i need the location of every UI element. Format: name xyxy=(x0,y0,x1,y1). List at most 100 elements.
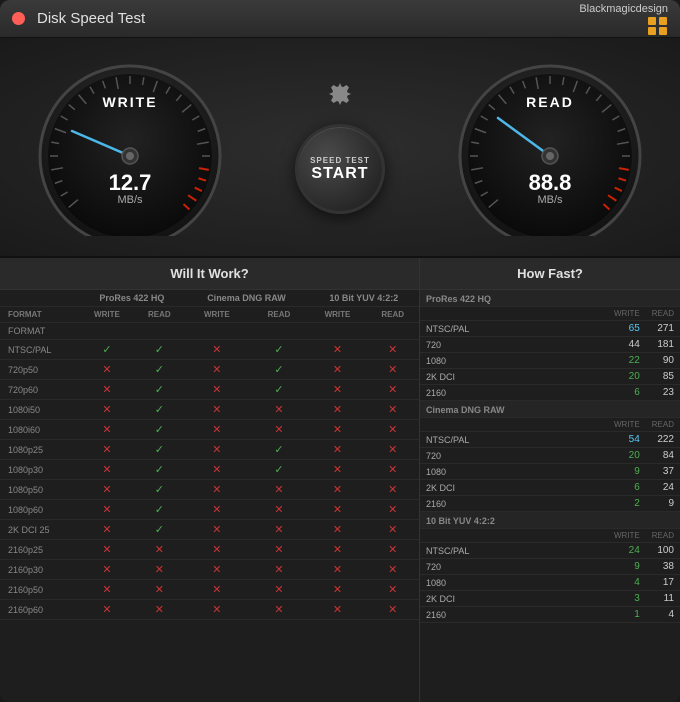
check-cell: ✕ xyxy=(366,540,419,560)
check-cell: ✕ xyxy=(249,420,308,440)
cross-icon: ✕ xyxy=(102,444,111,456)
cross-icon: ✕ xyxy=(274,404,283,416)
fast-data-row: 10802290 xyxy=(420,353,680,369)
write-col-header: WRITE xyxy=(608,418,646,432)
brand-logo: Blackmagicdesign xyxy=(579,3,668,35)
cross-icon: ✕ xyxy=(333,424,342,436)
write-col-header: WRITE xyxy=(608,307,646,321)
check-cell: ✕ xyxy=(249,560,308,580)
table-row: NTSC/PAL✓✓✕✓✕✕ xyxy=(0,340,419,360)
check-cell: ✓ xyxy=(134,340,184,360)
gauges-section: WRITE 12.7 MB/s SPEED TEST START xyxy=(0,38,680,258)
fast-format-cell: 720 xyxy=(420,559,608,575)
check-cell: ✕ xyxy=(184,360,249,380)
fast-format-cell: 1080 xyxy=(420,353,608,369)
check-icon: ✓ xyxy=(155,484,164,496)
write-col-header: WRITE xyxy=(608,529,646,543)
check-cell: ✕ xyxy=(184,540,249,560)
cdng-group-header: Cinema DNG RAW xyxy=(184,290,308,307)
check-icon: ✓ xyxy=(155,404,164,416)
check-cell: ✓ xyxy=(134,500,184,520)
check-icon: ✓ xyxy=(155,364,164,376)
check-cell: ✕ xyxy=(366,360,419,380)
cross-icon: ✕ xyxy=(212,524,221,536)
check-cell: ✕ xyxy=(309,540,367,560)
check-cell: ✕ xyxy=(366,340,419,360)
fast-read-cell: 24 xyxy=(646,480,680,496)
check-cell: ✕ xyxy=(184,340,249,360)
fast-format-cell: 2160 xyxy=(420,496,608,512)
cross-icon: ✕ xyxy=(102,504,111,516)
brand-name: Blackmagicdesign xyxy=(579,3,668,15)
center-controls: SPEED TEST START xyxy=(295,78,385,214)
check-cell: ✕ xyxy=(184,380,249,400)
sub-header-row: WRITEREAD xyxy=(420,307,680,321)
format-cell: 2160p50 xyxy=(0,580,79,600)
fast-write-cell: 6 xyxy=(608,480,646,496)
check-cell: ✓ xyxy=(134,420,184,440)
fast-read-cell: 38 xyxy=(646,559,680,575)
check-cell: ✕ xyxy=(366,460,419,480)
fast-data-row: 2K DCI624 xyxy=(420,480,680,496)
fast-read-cell: 222 xyxy=(646,432,680,448)
cross-icon: ✕ xyxy=(388,584,397,596)
check-cell: ✕ xyxy=(366,440,419,460)
format-label: FORMAT xyxy=(0,307,79,323)
start-button[interactable]: SPEED TEST START xyxy=(295,124,385,214)
check-cell: ✕ xyxy=(309,420,367,440)
cross-icon: ✕ xyxy=(102,564,111,576)
cross-icon: ✕ xyxy=(212,444,221,456)
cross-icon: ✕ xyxy=(388,604,397,616)
format-cell: NTSC/PAL xyxy=(0,340,79,360)
settings-button[interactable] xyxy=(324,78,356,110)
fast-format-cell: NTSC/PAL xyxy=(420,543,608,559)
check-cell: ✕ xyxy=(79,520,134,540)
fast-write-cell: 1 xyxy=(608,607,646,623)
cross-icon: ✕ xyxy=(333,464,342,476)
check-cell: ✓ xyxy=(79,340,134,360)
check-cell: ✕ xyxy=(309,400,367,420)
cross-icon: ✕ xyxy=(212,344,221,356)
table-row: 2160p25✕✕✕✕✕✕ xyxy=(0,540,419,560)
yuv-write-header: WRITE xyxy=(309,307,367,323)
prores-read-header: READ xyxy=(134,307,184,323)
format-cell: 1080p50 xyxy=(0,480,79,500)
check-cell: ✕ xyxy=(184,400,249,420)
check-icon: ✓ xyxy=(155,384,164,396)
format-col-header xyxy=(420,307,608,321)
fast-data-row: NTSC/PAL65271 xyxy=(420,321,680,337)
cross-icon: ✕ xyxy=(102,424,111,436)
sub-header-row: WRITEREAD xyxy=(420,418,680,432)
how-fast-panel: How Fast? ProRes 422 HQWRITEREADNTSC/PAL… xyxy=(420,258,680,702)
fast-read-cell: 17 xyxy=(646,575,680,591)
group-name-cell: ProRes 422 HQ xyxy=(420,290,680,307)
close-button[interactable] xyxy=(12,12,25,25)
check-cell: ✓ xyxy=(134,400,184,420)
check-cell: ✕ xyxy=(79,500,134,520)
table-row: 1080p25✕✓✕✓✕✕ xyxy=(0,440,419,460)
fast-write-cell: 9 xyxy=(608,464,646,480)
check-cell: ✕ xyxy=(309,520,367,540)
check-cell: ✕ xyxy=(309,500,367,520)
brand-sq-2 xyxy=(659,17,667,25)
format-cell: 1080i60 xyxy=(0,420,79,440)
check-cell: ✕ xyxy=(309,380,367,400)
fast-write-cell: 6 xyxy=(608,385,646,401)
fast-write-cell: 4 xyxy=(608,575,646,591)
check-cell: ✕ xyxy=(366,480,419,500)
check-cell: ✕ xyxy=(309,480,367,500)
check-icon: ✓ xyxy=(274,364,283,376)
fast-format-cell: 720 xyxy=(420,448,608,464)
fast-format-cell: 2160 xyxy=(420,385,608,401)
check-cell: ✕ xyxy=(184,560,249,580)
check-icon: ✓ xyxy=(274,384,283,396)
check-cell: ✓ xyxy=(249,440,308,460)
sub-header-row: WRITEREAD xyxy=(420,529,680,543)
cross-icon: ✕ xyxy=(274,424,283,436)
check-cell: ✕ xyxy=(79,360,134,380)
cross-icon: ✕ xyxy=(102,404,111,416)
cross-icon: ✕ xyxy=(388,444,397,456)
fast-read-cell: 9 xyxy=(646,496,680,512)
write-gauge: WRITE 12.7 MB/s xyxy=(30,56,230,236)
table-row: 720p60✕✓✕✓✕✕ xyxy=(0,380,419,400)
